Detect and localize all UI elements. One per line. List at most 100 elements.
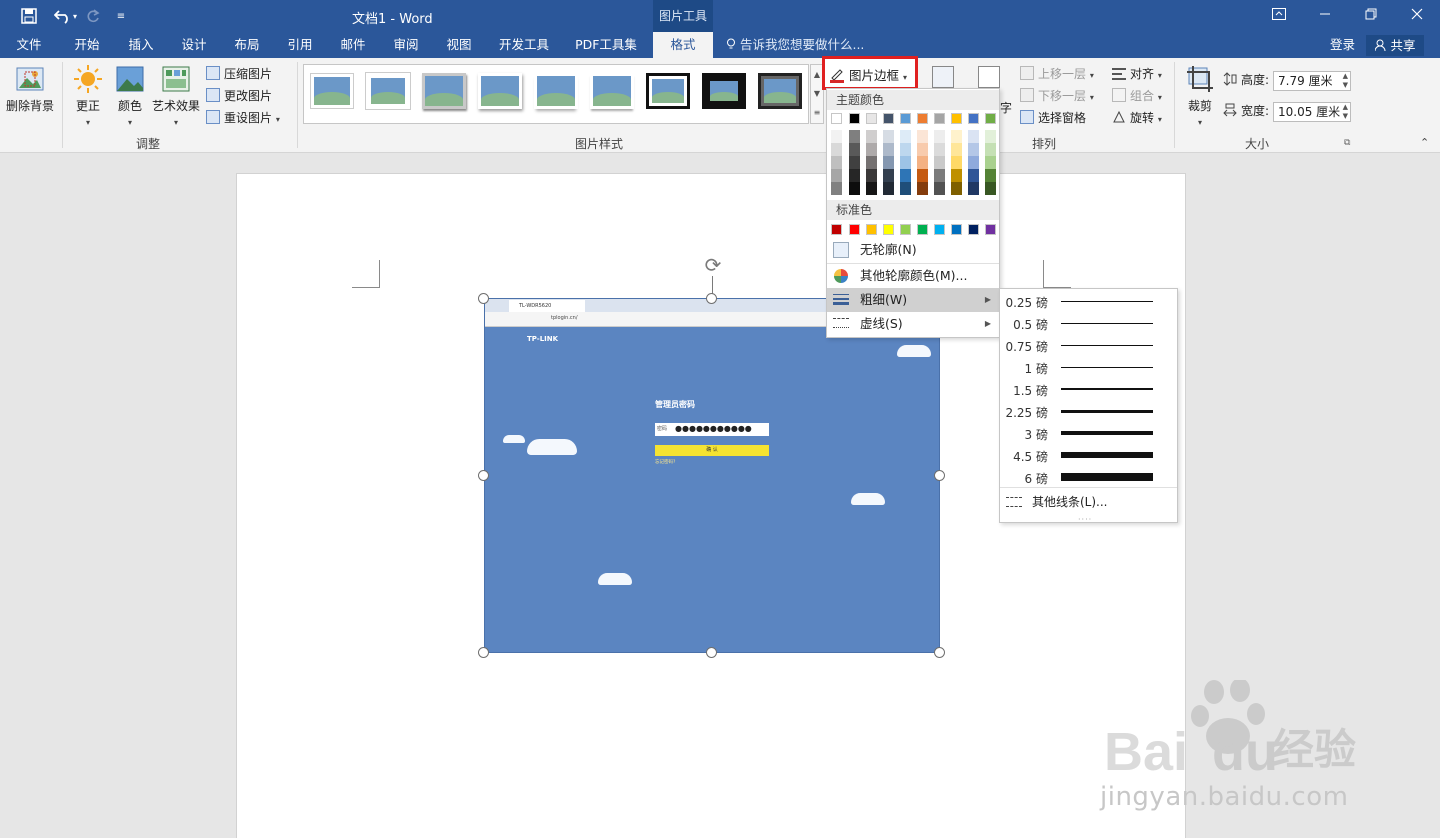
close-icon[interactable] bbox=[1394, 0, 1440, 32]
theme-shade-swatch[interactable] bbox=[985, 130, 996, 143]
picture-style-thumb[interactable] bbox=[478, 73, 522, 109]
theme-color-swatch[interactable] bbox=[900, 113, 911, 124]
tab-pdf-tools[interactable]: PDF工具集 bbox=[568, 32, 644, 58]
theme-shade-swatch[interactable] bbox=[883, 156, 894, 169]
resize-handle[interactable] bbox=[706, 293, 717, 304]
theme-shade-swatch[interactable] bbox=[831, 143, 842, 156]
resize-handle[interactable] bbox=[934, 470, 945, 481]
theme-shade-swatch[interactable] bbox=[985, 169, 996, 182]
theme-shade-swatch[interactable] bbox=[934, 169, 945, 182]
remove-background-button[interactable]: 删除背景 bbox=[4, 64, 56, 114]
reset-picture-button[interactable]: 重设图片 ▾ bbox=[206, 108, 280, 128]
standard-color-swatch[interactable] bbox=[900, 224, 911, 235]
theme-color-swatch[interactable] bbox=[951, 113, 962, 124]
picture-style-thumb[interactable] bbox=[310, 73, 354, 109]
height-input[interactable]: 7.79 厘米 ▲ ▼ bbox=[1273, 71, 1351, 91]
picture-style-thumb[interactable] bbox=[422, 73, 466, 109]
theme-shade-swatch[interactable] bbox=[883, 169, 894, 182]
theme-color-swatch[interactable] bbox=[849, 113, 860, 124]
tab-references[interactable]: 引用 bbox=[277, 32, 323, 58]
align-button[interactable]: 对齐 ▾ bbox=[1112, 64, 1162, 84]
theme-shade-swatch[interactable] bbox=[849, 182, 860, 195]
tell-me-search[interactable]: 告诉我您想要做什么... bbox=[726, 32, 864, 58]
theme-shade-swatch[interactable] bbox=[900, 182, 911, 195]
theme-shade-swatch[interactable] bbox=[831, 130, 842, 143]
collapse-ribbon-icon[interactable]: ⌃ bbox=[1420, 136, 1429, 149]
wrap-text-label-partial[interactable]: 字 bbox=[1000, 98, 1012, 118]
resize-handle[interactable] bbox=[706, 647, 717, 658]
selection-pane-button[interactable]: 选择窗格 bbox=[1020, 108, 1086, 128]
picture-effects-icon[interactable] bbox=[932, 66, 954, 88]
standard-color-swatch[interactable] bbox=[883, 224, 894, 235]
theme-shade-swatch[interactable] bbox=[883, 130, 894, 143]
theme-shade-swatch[interactable] bbox=[934, 182, 945, 195]
theme-shade-swatch[interactable] bbox=[917, 169, 928, 182]
theme-color-swatch[interactable] bbox=[934, 113, 945, 124]
theme-shade-swatch[interactable] bbox=[831, 182, 842, 195]
rotate-handle-icon[interactable]: ⟳ bbox=[702, 254, 724, 276]
tab-file[interactable]: 文件 bbox=[4, 32, 54, 58]
tab-review[interactable]: 审阅 bbox=[383, 32, 429, 58]
picture-style-thumb[interactable] bbox=[590, 73, 634, 109]
resize-handle[interactable] bbox=[934, 647, 945, 658]
theme-shade-swatch[interactable] bbox=[900, 156, 911, 169]
tab-format[interactable]: 格式 bbox=[653, 32, 713, 58]
inserted-picture[interactable]: TL-WDR5620 tplogin.cn/ TP-LINK 管理员密码 密码 … bbox=[484, 298, 940, 653]
theme-shade-swatch[interactable] bbox=[900, 143, 911, 156]
compress-pictures-button[interactable]: 压缩图片 bbox=[206, 64, 272, 84]
artistic-effects-button[interactable]: 艺术效果 ▾ bbox=[150, 64, 202, 128]
theme-shade-swatch[interactable] bbox=[866, 130, 877, 143]
theme-shade-swatch[interactable] bbox=[968, 143, 979, 156]
resize-handle[interactable] bbox=[478, 470, 489, 481]
theme-shade-swatch[interactable] bbox=[951, 182, 962, 195]
resize-handle[interactable] bbox=[478, 293, 489, 304]
resize-handle[interactable] bbox=[478, 647, 489, 658]
theme-shade-swatch[interactable] bbox=[968, 156, 979, 169]
rotate-button[interactable]: 旋转 ▾ bbox=[1112, 108, 1162, 128]
standard-color-swatch[interactable] bbox=[849, 224, 860, 235]
theme-shade-swatch[interactable] bbox=[866, 156, 877, 169]
width-input[interactable]: 10.05 厘米 ▲ ▼ bbox=[1273, 102, 1351, 122]
tab-home[interactable]: 开始 bbox=[64, 32, 110, 58]
theme-shade-swatch[interactable] bbox=[849, 143, 860, 156]
save-icon[interactable] bbox=[18, 6, 40, 26]
theme-shade-swatch[interactable] bbox=[849, 169, 860, 182]
theme-shade-swatch[interactable] bbox=[951, 169, 962, 182]
picture-style-thumb[interactable] bbox=[534, 73, 578, 109]
theme-shade-swatch[interactable] bbox=[951, 143, 962, 156]
theme-shade-swatch[interactable] bbox=[883, 143, 894, 156]
ribbon-display-options-icon[interactable] bbox=[1256, 0, 1302, 32]
tab-layout[interactable]: 布局 bbox=[224, 32, 270, 58]
theme-shade-swatch[interactable] bbox=[917, 156, 928, 169]
more-outline-colors-item[interactable]: 其他轮廓颜色(M)... bbox=[827, 264, 999, 288]
spin-arrows-icon[interactable]: ▲ ▼ bbox=[1343, 72, 1348, 90]
standard-color-swatch[interactable] bbox=[951, 224, 962, 235]
theme-color-swatch[interactable] bbox=[831, 113, 842, 124]
line-weight-option[interactable]: 1 磅 bbox=[1000, 356, 1177, 378]
theme-color-swatch[interactable] bbox=[917, 113, 928, 124]
bring-forward-button[interactable]: 上移一层 ▾ bbox=[1020, 64, 1094, 84]
tab-design[interactable]: 设计 bbox=[171, 32, 217, 58]
picture-styles-gallery[interactable] bbox=[303, 64, 809, 124]
picture-style-thumb[interactable] bbox=[702, 73, 746, 109]
theme-color-swatch[interactable] bbox=[866, 113, 877, 124]
theme-shade-swatch[interactable] bbox=[900, 130, 911, 143]
line-weight-option[interactable]: 4.5 磅 bbox=[1000, 444, 1177, 466]
tab-view[interactable]: 视图 bbox=[436, 32, 482, 58]
theme-shade-swatch[interactable] bbox=[849, 130, 860, 143]
theme-shade-swatch[interactable] bbox=[900, 169, 911, 182]
theme-shade-swatch[interactable] bbox=[866, 143, 877, 156]
theme-shade-swatch[interactable] bbox=[866, 182, 877, 195]
line-weight-option[interactable]: 0.75 磅 bbox=[1000, 334, 1177, 356]
theme-shade-swatch[interactable] bbox=[934, 143, 945, 156]
standard-color-swatch[interactable] bbox=[985, 224, 996, 235]
color-button[interactable]: 颜色 ▾ bbox=[112, 64, 148, 128]
tab-developer[interactable]: 开发工具 bbox=[490, 32, 558, 58]
corrections-button[interactable]: 更正 ▾ bbox=[68, 64, 108, 128]
theme-shade-swatch[interactable] bbox=[883, 182, 894, 195]
theme-shade-swatch[interactable] bbox=[831, 169, 842, 182]
customize-toolbar-icon[interactable]: ≡ bbox=[114, 6, 128, 26]
size-dialog-launcher-icon[interactable]: ⧉ bbox=[1344, 138, 1350, 148]
theme-shade-swatch[interactable] bbox=[985, 182, 996, 195]
send-backward-button[interactable]: 下移一层 ▾ bbox=[1020, 86, 1094, 106]
